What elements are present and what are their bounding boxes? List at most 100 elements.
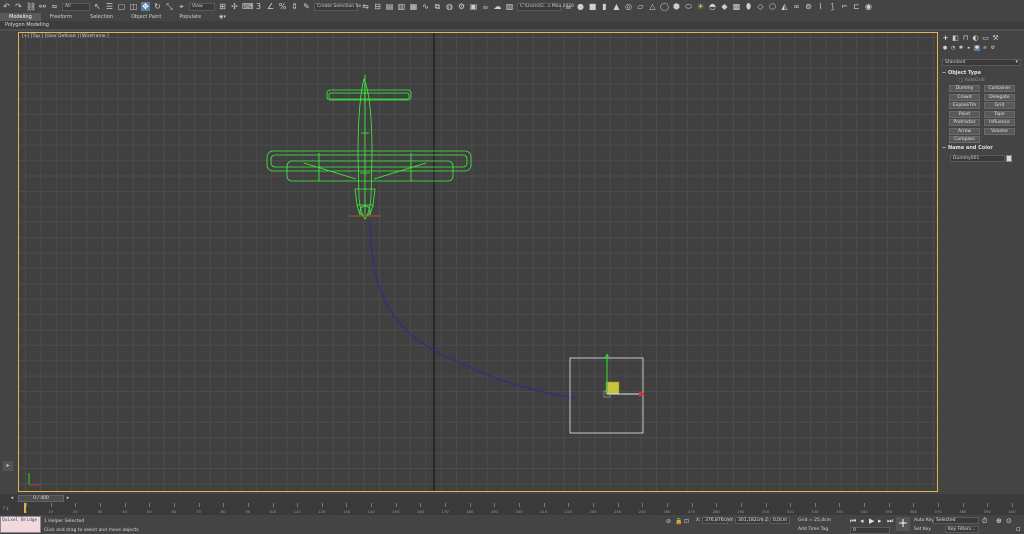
create-oiltank-icon[interactable]: ⬮ [744, 2, 753, 11]
autogrid-checkbox[interactable]: □ AutoGrid [959, 78, 985, 83]
mirror-icon[interactable]: ⇋ [361, 2, 370, 11]
delegate-button[interactable]: Delegate [984, 93, 1015, 101]
create-hedra-icon[interactable]: ◆ [720, 2, 729, 11]
create-cext-icon[interactable]: ⊏ [852, 2, 861, 11]
create-sphere-icon[interactable]: ● [576, 2, 585, 11]
create-hose-icon[interactable]: ⌇ [816, 2, 825, 11]
grid-button[interactable]: Grid [984, 102, 1015, 109]
selection-lock-icon[interactable]: 🔒 [675, 518, 682, 525]
previous-frame-icon[interactable]: ◂ [860, 517, 864, 525]
crowd-button[interactable]: Crowd [949, 93, 980, 101]
select-by-name-icon[interactable]: ☰ [105, 2, 114, 11]
cameras-icon[interactable]: ▸ [966, 45, 972, 51]
create-tube-icon[interactable]: ◯ [660, 2, 669, 11]
tab-modeling[interactable]: Modeling [0, 13, 41, 21]
set-key-big-icon[interactable]: + [896, 517, 910, 531]
arrow-button[interactable]: Arrow [949, 127, 980, 135]
create-spindle-icon[interactable]: ◇ [756, 2, 765, 11]
space-warps-icon[interactable]: ≋ [982, 45, 988, 51]
create-sun-icon[interactable]: ☀ [696, 2, 705, 11]
schematic-view-icon[interactable]: ⧉ [433, 2, 442, 11]
maxscript-listener[interactable]: Quixel Bridge [0, 516, 41, 533]
hierarchy-tab-icon[interactable]: ⊓ [962, 35, 969, 42]
select-rotate-icon[interactable]: ↻ [153, 2, 162, 11]
curve-editor-icon[interactable]: ∿ [421, 2, 430, 11]
time-slider-prev-icon[interactable]: ◂ [8, 495, 16, 502]
select-scale-icon[interactable]: ⤡ [165, 2, 174, 11]
expand-arrow-icon[interactable]: ▸ [3, 461, 13, 471]
create-gengon-icon[interactable]: ⬡ [768, 2, 777, 11]
object-color-swatch[interactable] [1006, 155, 1012, 162]
undo-icon[interactable]: ↶ [2, 2, 11, 11]
tab-freeform[interactable]: Freeform [41, 13, 81, 21]
reference-coordinate-dropdown[interactable]: View [189, 2, 215, 11]
named-selection-dropdown[interactable]: Create Selection Se [314, 2, 361, 11]
maximize-viewport-icon[interactable]: ▫ [1016, 525, 1021, 533]
edit-named-selection-icon[interactable]: ✎ [302, 2, 311, 11]
align-icon[interactable]: ⊟ [373, 2, 382, 11]
unlink-icon[interactable]: ⚯ [38, 2, 47, 11]
container-button[interactable]: Container [984, 85, 1015, 92]
utilities-tab-icon[interactable]: ⚒ [992, 35, 999, 42]
time-slider[interactable]: 0 / 400 [18, 495, 64, 502]
isolate-selection-icon[interactable]: ⊘ [666, 518, 671, 525]
angle-snap-icon[interactable]: ∠ [266, 2, 275, 11]
tape-button[interactable]: Tape [984, 110, 1015, 118]
track-bar[interactable]: F↕ 0 10 20 30 40 50 60 70 80 90 100 110 120 130 140 150… [0, 503, 1024, 515]
render-setup-icon[interactable]: ⚙ [457, 2, 466, 11]
keyboard-shortcut-icon[interactable]: ⌨ [242, 2, 254, 11]
object-name-field[interactable]: Dummy001 [950, 155, 1005, 162]
modify-tab-icon[interactable]: ◧ [952, 35, 959, 42]
influence-button[interactable]: Influence [984, 119, 1015, 126]
toggle-scene-explorer-icon[interactable]: ▤ [385, 2, 394, 11]
tab-selection[interactable]: Selection [81, 13, 122, 21]
go-to-end-icon[interactable]: ⏭ [887, 517, 893, 526]
create-capsule-icon[interactable]: ⬭ [684, 2, 693, 11]
play-icon[interactable]: ▶ [869, 517, 874, 525]
go-to-start-icon[interactable]: ⏮ [850, 517, 856, 526]
tab-populate[interactable]: Populate [170, 13, 210, 21]
key-filters-button[interactable]: Key Filters... [945, 526, 979, 533]
create-box-icon[interactable]: ■ [588, 2, 597, 11]
zoom-extents-icon[interactable]: ⊕ [996, 517, 1002, 525]
create-target-camera-icon[interactable]: ◉ [864, 2, 873, 11]
create-pyramid-icon[interactable]: △ [648, 2, 657, 11]
toggle-ribbon-icon[interactable]: ▦ [409, 2, 418, 11]
link-icon[interactable]: ⛓ [26, 2, 36, 11]
create-teapot-icon[interactable]: ☕ [564, 2, 573, 11]
bind-spacewarp-icon[interactable]: ≈ [50, 2, 59, 11]
y-coordinate-field[interactable]: 301,182cm [735, 517, 763, 524]
create-torusknot-icon[interactable]: ∞ [792, 2, 801, 11]
lights-icon[interactable]: ✱ [958, 45, 964, 51]
create-tab-icon[interactable]: + [942, 35, 949, 42]
time-slider-next-icon[interactable]: ▸ [64, 495, 72, 502]
protractor-button[interactable]: Protractor [949, 119, 980, 126]
filter-icon[interactable]: F↕ [3, 507, 9, 512]
create-cylinder-icon[interactable]: ▮ [600, 2, 609, 11]
systems-icon[interactable]: ⚙ [990, 45, 996, 51]
object-type-rollout-header[interactable]: − Object Type [942, 69, 1021, 77]
viewport-top[interactable]: [+] [Top ] [User Defined ] [Wireframe ] [18, 32, 938, 492]
volume-button[interactable]: Volume [984, 127, 1015, 135]
create-cone-icon[interactable]: ▲ [612, 2, 621, 11]
geometry-icon[interactable]: ● [942, 45, 948, 51]
rect-selection-icon[interactable]: ▢ [117, 2, 126, 11]
helpers-icon[interactable]: ✚ [974, 45, 980, 51]
motion-tab-icon[interactable]: ◐ [972, 35, 979, 42]
airplane-wireframe[interactable] [266, 75, 472, 220]
z-coordinate-field[interactable]: 0,0cm [770, 517, 790, 524]
time-config-icon[interactable]: ⏱ [982, 517, 987, 526]
create-torus-icon[interactable]: ◎ [624, 2, 633, 11]
workspace-dropdown[interactable]: C:\Users\G...s Max 2020 [517, 2, 574, 11]
a360-gallery-icon[interactable]: ▨ [505, 2, 514, 11]
redo-icon[interactable]: ↷ [14, 2, 23, 11]
ribbon-options-icon[interactable]: ◉▾ [210, 13, 235, 21]
exposetm-button[interactable]: ExposeTm [949, 102, 980, 109]
motion-path[interactable] [369, 220, 576, 399]
ribbon-polygon-modeling[interactable]: Polygon Modeling [5, 21, 49, 29]
select-manipulate-icon[interactable]: ✢ [230, 2, 239, 11]
current-frame-field[interactable]: 0 [850, 527, 890, 534]
helper-category-dropdown[interactable]: Standard [942, 59, 1021, 66]
shapes-icon[interactable]: ◔ [950, 45, 956, 51]
create-spring-icon[interactable]: ⟆ [828, 2, 837, 11]
